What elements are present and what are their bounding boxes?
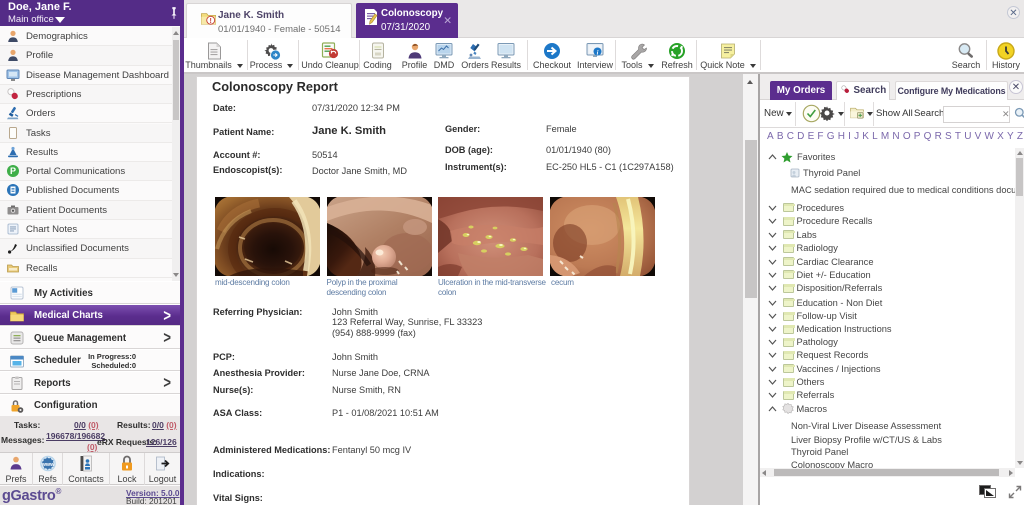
svg-text:P: P (10, 166, 16, 176)
svg-text:!: ! (210, 18, 212, 25)
svg-text:i: i (597, 49, 599, 56)
svg-text:www: www (40, 462, 54, 468)
